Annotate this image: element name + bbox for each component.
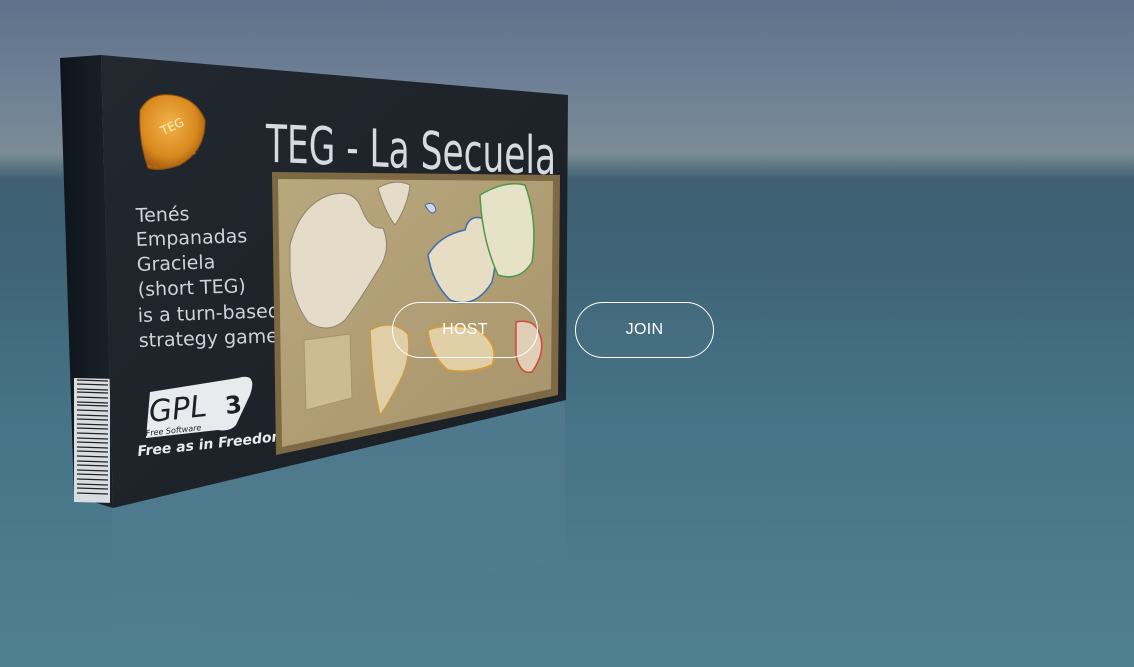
description-line: (short TEG) [137, 275, 246, 301]
description-line: Graciela [136, 251, 215, 276]
barcode-icon [74, 377, 110, 503]
game-scene: TEG TEG - La Secuela Tenés Empanadas Gra… [60, 55, 568, 640]
svg-text:3: 3 [224, 390, 244, 420]
join-button[interactable]: JOIN [575, 302, 714, 358]
description-line: Empanadas [135, 225, 247, 251]
description-line: Tenés [134, 203, 189, 227]
host-button[interactable]: HOST [392, 302, 538, 358]
